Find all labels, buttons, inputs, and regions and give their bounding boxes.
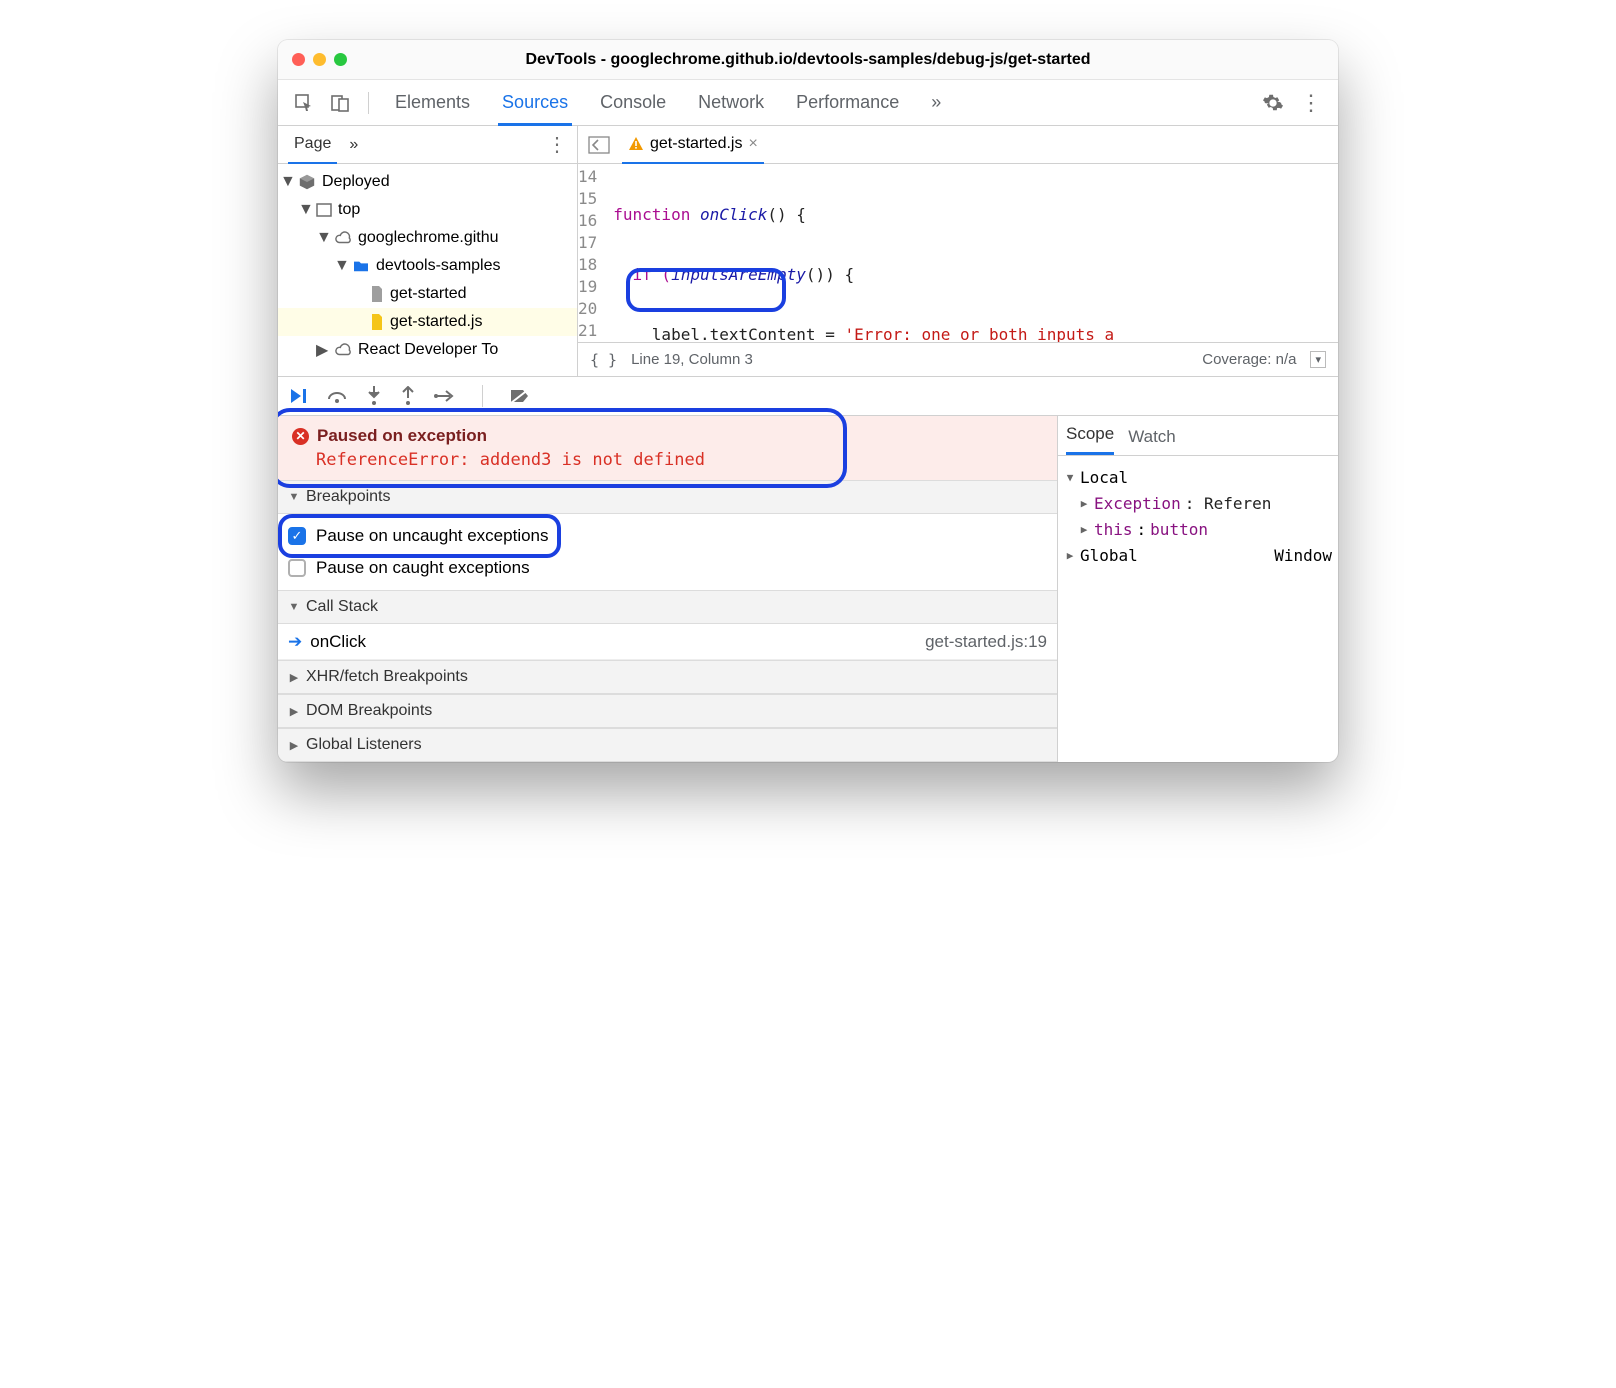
main-toolbar: Elements Sources Console Network Perform… — [278, 80, 1338, 126]
step-out-icon[interactable] — [400, 386, 416, 406]
folder-icon — [352, 259, 370, 273]
exception-title: Paused on exception — [317, 426, 487, 446]
scope-pane: Scope Watch ▼Local ▶Exception: Referen ▶… — [1058, 416, 1338, 762]
pause-uncaught-label: Pause on uncaught exceptions — [316, 526, 549, 546]
scope-body: ▼Local ▶Exception: Referen ▶this: button… — [1058, 456, 1338, 576]
tab-watch[interactable]: Watch — [1128, 427, 1176, 455]
navigator-menu-icon[interactable]: ⋮ — [547, 132, 567, 157]
more-menu-icon[interactable]: ⋮ — [1294, 84, 1328, 122]
step-into-icon[interactable] — [366, 386, 382, 406]
deployed-icon — [298, 173, 316, 191]
tab-performance[interactable]: Performance — [782, 80, 913, 126]
section-global-listeners[interactable]: ▶Global Listeners — [278, 728, 1057, 762]
tree-label: get-started — [390, 285, 466, 303]
pause-uncaught-row[interactable]: ✓ Pause on uncaught exceptions — [288, 520, 549, 552]
tree-node-deployed[interactable]: ▼ Deployed — [278, 168, 577, 196]
tab-console[interactable]: Console — [586, 80, 680, 126]
stack-frame-name: onClick — [310, 632, 366, 652]
paused-on-exception-banner: ✕ Paused on exception ReferenceError: ad… — [278, 416, 1057, 480]
tree-file-html[interactable]: get-started — [278, 280, 577, 308]
step-icon[interactable] — [434, 388, 456, 404]
tree-label: top — [338, 201, 360, 219]
tab-sources[interactable]: Sources — [488, 80, 582, 126]
file-icon — [370, 286, 384, 302]
js-file-icon — [370, 314, 384, 330]
line-gutter: 1415161718192021 — [578, 164, 607, 342]
debugger-lower: ✕ Paused on exception ReferenceError: ad… — [278, 416, 1338, 762]
scope-exception[interactable]: ▶Exception: Referen — [1064, 490, 1332, 516]
code-editor[interactable]: 1415161718192021 function onClick() { if… — [578, 164, 1338, 342]
warning-icon — [628, 136, 644, 152]
current-frame-icon: ➔ — [288, 632, 302, 652]
cloud-icon — [334, 343, 352, 357]
error-badge-icon: ✕ — [292, 428, 309, 445]
navigator-tabs-overflow[interactable]: » — [343, 126, 364, 164]
tree-label: get-started.js — [390, 313, 482, 331]
cursor-position: Line 19, Column 3 — [631, 351, 753, 368]
frame-icon — [316, 202, 332, 218]
scope-this[interactable]: ▶this: button — [1064, 516, 1332, 542]
sources-body: Page » ⋮ ▼ Deployed ▼ top ▼ goog — [278, 126, 1338, 376]
section-xhr[interactable]: ▶XHR/fetch Breakpoints — [278, 660, 1057, 694]
cloud-icon — [334, 231, 352, 245]
inspect-element-icon[interactable] — [288, 87, 320, 119]
tree-node-top[interactable]: ▼ top — [278, 196, 577, 224]
deactivate-breakpoints-icon[interactable] — [509, 387, 531, 405]
debugger-toolbar — [278, 376, 1338, 416]
navigator-head: Page » ⋮ — [278, 126, 577, 164]
stack-frame[interactable]: ➔ onClick get-started.js:19 — [278, 624, 1057, 660]
pretty-print-icon[interactable]: { } — [590, 351, 617, 369]
devtools-window: DevTools - googlechrome.github.io/devtoo… — [278, 40, 1338, 762]
separator — [368, 92, 369, 114]
section-dom[interactable]: ▶DOM Breakpoints — [278, 694, 1057, 728]
tree-label: Deployed — [322, 173, 390, 191]
navigator-sidebar: Page » ⋮ ▼ Deployed ▼ top ▼ goog — [278, 126, 578, 376]
exception-message: ReferenceError: addend3 is not defined — [316, 450, 1043, 470]
nav-back-icon[interactable] — [584, 132, 614, 158]
coverage-label: Coverage: n/a — [1202, 351, 1296, 368]
editor-pane: get-started.js × 1415161718192021 functi… — [578, 126, 1338, 376]
section-callstack[interactable]: ▼Call Stack — [278, 590, 1057, 624]
editor-tab-label: get-started.js — [650, 135, 742, 153]
titlebar: DevTools - googlechrome.github.io/devtoo… — [278, 40, 1338, 80]
window-title: DevTools - googlechrome.github.io/devtoo… — [278, 51, 1338, 69]
tabs-overflow[interactable]: » — [917, 80, 955, 126]
section-breakpoints[interactable]: ▼Breakpoints — [278, 480, 1057, 514]
tree-file-js[interactable]: get-started.js — [278, 308, 577, 336]
navigator-tab-page[interactable]: Page — [288, 126, 337, 164]
tab-scope[interactable]: Scope — [1066, 424, 1114, 455]
tab-elements[interactable]: Elements — [381, 80, 484, 126]
tree-label: React Developer To — [358, 341, 498, 359]
pause-caught-label: Pause on caught exceptions — [316, 558, 530, 578]
file-tree: ▼ Deployed ▼ top ▼ googlechrome.githu ▼ — [278, 164, 577, 376]
coverage-dropdown-icon[interactable]: ▾ — [1310, 351, 1326, 368]
checkbox-unchecked-icon[interactable] — [288, 559, 306, 577]
code-lines: function onClick() { if (inputsAreEmpty(… — [607, 164, 1338, 342]
scope-tabstrip: Scope Watch — [1058, 416, 1338, 456]
tree-label: googlechrome.githu — [358, 229, 499, 247]
settings-gear-icon[interactable] — [1256, 86, 1290, 120]
tab-network[interactable]: Network — [684, 80, 778, 126]
stack-frame-location: get-started.js:19 — [925, 632, 1047, 652]
editor-statusbar: { } Line 19, Column 3 Coverage: n/a ▾ — [578, 342, 1338, 376]
separator — [482, 385, 483, 407]
device-toolbar-icon[interactable] — [324, 87, 356, 119]
tree-node-origin[interactable]: ▼ googlechrome.githu — [278, 224, 577, 252]
step-over-icon[interactable] — [326, 387, 348, 405]
tree-label: devtools-samples — [376, 257, 501, 275]
resume-icon[interactable] — [288, 387, 308, 405]
debugger-left-pane: ✕ Paused on exception ReferenceError: ad… — [278, 416, 1058, 762]
pause-caught-row[interactable]: Pause on caught exceptions — [288, 552, 1047, 584]
tree-node-folder[interactable]: ▼ devtools-samples — [278, 252, 577, 280]
editor-tab[interactable]: get-started.js × — [622, 126, 764, 164]
breakpoints-body: ✓ Pause on uncaught exceptions Pause on … — [278, 514, 1057, 590]
checkbox-checked-icon[interactable]: ✓ — [288, 527, 306, 545]
scope-global[interactable]: ▶GlobalWindow — [1064, 542, 1332, 568]
scope-local[interactable]: ▼Local — [1064, 464, 1332, 490]
close-tab-icon[interactable]: × — [748, 135, 757, 153]
editor-tabstrip: get-started.js × — [578, 126, 1338, 164]
tree-node-react[interactable]: ▶ React Developer To — [278, 336, 577, 364]
